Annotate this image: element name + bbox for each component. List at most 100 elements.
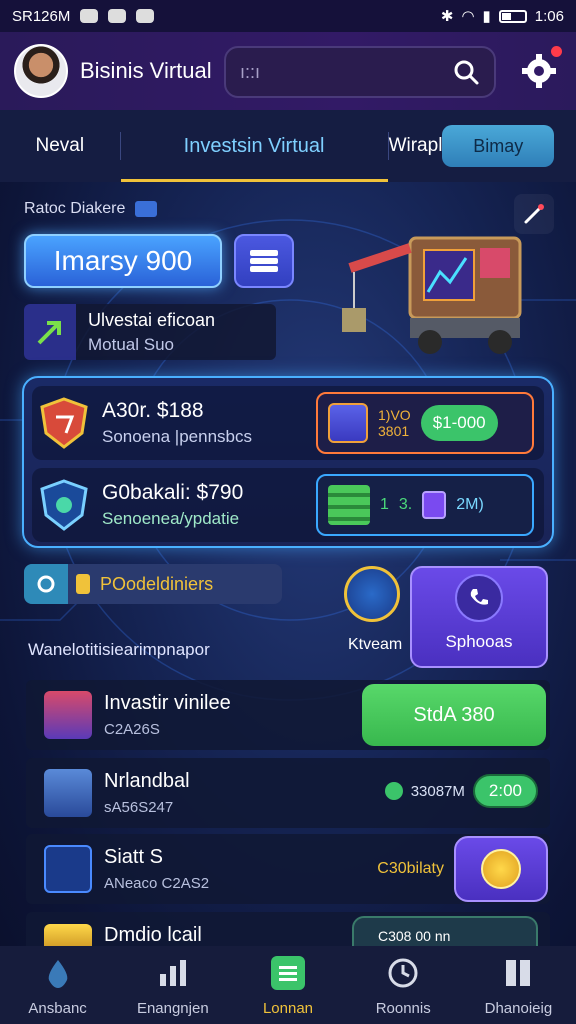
- nav-label: Roonnis: [375, 1000, 431, 1017]
- team-action-button[interactable]: [344, 566, 400, 622]
- coin-button[interactable]: [454, 836, 548, 902]
- section-label: Ratoc Diakere: [24, 200, 158, 218]
- primary-amount-button[interactable]: Imarsy 900: [24, 234, 222, 288]
- clock-icon: [388, 958, 418, 988]
- menu-list-button[interactable]: [234, 234, 294, 288]
- info-line-2: Motual Suo: [88, 334, 174, 354]
- support-label: Sphooas: [445, 632, 513, 651]
- row-num-1: 1: [380, 496, 389, 513]
- nav-label: Lonnan: [262, 1000, 314, 1017]
- bottom-nav: Ansbanc Enangnjen Lonnan Roonnis Dhanoie…: [0, 946, 576, 1024]
- coin-icon: [481, 849, 521, 889]
- nav-item-enangnjen[interactable]: Enangnjen: [115, 946, 230, 1024]
- refresh-icon: [24, 564, 68, 604]
- portfolio-row[interactable]: A30r. $188 Sonoena |pennsbcs 1)VO 3801 $…: [32, 386, 544, 460]
- search-input[interactable]: ı::ı: [224, 46, 496, 98]
- item-name: Invastir vinilee: [104, 692, 231, 714]
- check-icon: [384, 782, 403, 800]
- support-button[interactable]: Sphooas: [410, 566, 548, 668]
- truck-crane-illustration: [342, 236, 522, 354]
- signal-icon: ▮: [482, 8, 491, 25]
- chat-icon: [136, 9, 155, 23]
- server-icon: [44, 769, 92, 817]
- tab-wirapl[interactable]: Wirapl: [389, 110, 443, 182]
- trend-arrow-icon: [24, 304, 76, 360]
- nav-item-dhanoieig[interactable]: Dhanoieig: [461, 946, 576, 1024]
- box-icon: [44, 691, 92, 739]
- team-action-label: Ktveam: [348, 636, 403, 653]
- list-item[interactable]: Nrlandbal sA56S247 33087M 2:00: [26, 758, 550, 828]
- battery-icon: [498, 9, 527, 23]
- phone-icon: [455, 574, 503, 622]
- row-subtitle: Sonoena |pennsbcs: [102, 427, 252, 446]
- notification-icon: [80, 9, 99, 23]
- gear-icon: [522, 54, 556, 88]
- search-icon[interactable]: [452, 58, 480, 86]
- buy-button[interactable]: StdA 380: [362, 684, 546, 746]
- app-header: Bisinis Virtual ı::ı: [0, 32, 576, 110]
- nav-item-lonnan[interactable]: Lonnan: [230, 946, 345, 1024]
- item-value: 33087M: [410, 782, 465, 800]
- portfolio-panel: A30r. $188 Sonoena |pennsbcs 1)VO 3801 $…: [22, 376, 554, 548]
- bluetooth-icon: ✱: [440, 8, 454, 25]
- panel-icon: [506, 960, 531, 986]
- settings-button[interactable]: [520, 46, 562, 90]
- tool-icon: [44, 845, 92, 893]
- item-name: Dmdio lcail: [104, 924, 202, 946]
- section-label-text: Ratoc Diakere: [24, 200, 126, 217]
- stack-line-1: 1)VO: [378, 407, 411, 423]
- status-bar: SR126M ✱ ◠ ▮ 1:06: [0, 0, 576, 32]
- tab-bimay-button[interactable]: Bimay: [442, 125, 555, 167]
- nav-label: Enangnjen: [136, 1000, 209, 1017]
- item-sub: ANeaco C2AS2: [104, 875, 210, 892]
- nav-item-ansbanc[interactable]: Ansbanc: [0, 946, 115, 1024]
- row-subtitle: Senoenea/ypdatie: [102, 509, 240, 528]
- row-value: 2M): [456, 496, 484, 513]
- message-icon: [108, 9, 127, 23]
- money-stack-icon: [328, 485, 370, 525]
- nav-label: Ansbanc: [28, 1000, 87, 1017]
- tab-neval[interactable]: Neval: [0, 110, 120, 182]
- promo-label: POodeldiniers: [100, 573, 214, 594]
- avatar[interactable]: [14, 44, 68, 98]
- list-icon: [250, 250, 278, 272]
- briefcase-icon: [135, 201, 158, 217]
- coupon-icon: [76, 574, 90, 594]
- portfolio-row[interactable]: G0bakali: $790 Senoenea/ypdatie 1 3. 2M): [32, 468, 544, 542]
- list-icon: [271, 956, 305, 990]
- promo-chip[interactable]: POodeldiniers: [24, 564, 282, 604]
- tab-bar: Neval Investsin Virtual Wirapl Bimay: [0, 110, 576, 182]
- row-title: G0bakali: $790: [102, 481, 244, 504]
- list-item[interactable]: Siatt S ANeaco C2AS2 C30bilaty: [26, 834, 550, 904]
- item-sub: C2A26S: [104, 721, 160, 738]
- item-name: Siatt S: [104, 846, 163, 868]
- wifi-icon: ◠: [461, 8, 475, 25]
- status-time-right: 1:06: [534, 7, 564, 25]
- nav-label: Dhanoieig: [484, 1000, 553, 1017]
- stack-line-2: 3801: [378, 423, 410, 439]
- status-time-left: SR126M: [12, 7, 71, 25]
- chart-icon: [159, 960, 186, 986]
- row-action-box[interactable]: 1 3. 2M): [316, 474, 534, 536]
- row-num-2: 3.: [398, 496, 413, 513]
- tab-investsin-virtual[interactable]: Investsin Virtual: [120, 110, 388, 182]
- search-placeholder: ı::ı: [240, 61, 261, 82]
- row-stack: 1)VO 3801: [378, 407, 411, 439]
- item-sub: sA56S247: [104, 799, 174, 816]
- info-line-1: Ulvestai eficoan: [88, 309, 216, 330]
- time-pill-button[interactable]: 2:00: [472, 774, 538, 808]
- list-item[interactable]: Invastir vinilee C2A26S StdA 380: [26, 680, 550, 750]
- cube-icon: [328, 403, 368, 443]
- app-title: Bisinis Virtual: [80, 58, 212, 83]
- row-title: A30r. $188: [102, 399, 204, 422]
- shield-icon: [40, 397, 88, 449]
- item-name: Nrlandbal: [104, 770, 190, 792]
- notification-dot: [551, 46, 562, 57]
- shield-blue-icon: [40, 479, 88, 531]
- investment-info-chip[interactable]: Ulvestai eficoan Motual Suo: [24, 304, 276, 360]
- document-icon: [422, 491, 447, 519]
- amount-pill-button[interactable]: $1-000: [420, 405, 498, 441]
- item-value: C30bilaty: [377, 860, 444, 877]
- nav-item-roonnis[interactable]: Roonnis: [346, 946, 461, 1024]
- row-action-box[interactable]: 1)VO 3801 $1-000: [316, 392, 534, 454]
